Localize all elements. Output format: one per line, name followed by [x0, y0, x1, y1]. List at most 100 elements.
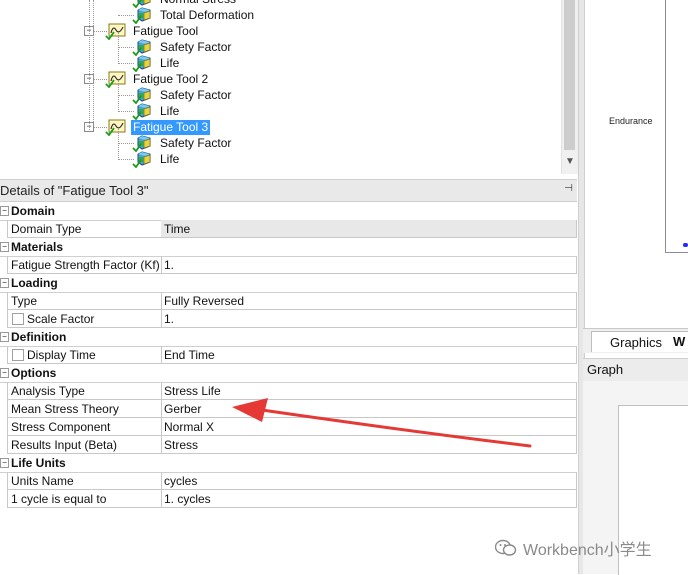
scroll-down-arrow-icon[interactable]: ▼: [565, 156, 575, 167]
property-name-cell: Scale Factor: [7, 310, 162, 328]
property-name: Type: [11, 294, 38, 308]
section-collapse-icon[interactable]: −: [0, 332, 9, 342]
result-cube-icon: [132, 7, 155, 24]
result-cube-icon: [132, 103, 155, 120]
result-cube-icon: [132, 151, 155, 168]
tree-item-fatigue-tool[interactable]: Fatigue Tool 2: [105, 71, 210, 88]
watermark: Workbench小学生: [495, 536, 652, 560]
graph-panel-title: Graph: [587, 362, 624, 377]
tree-item-label: Total Deformation: [160, 7, 255, 22]
property-name-cell: Fatigue Strength Factor (Kf): [7, 256, 162, 274]
property-row[interactable]: 1 cycle is equal to 1. cycles: [0, 490, 577, 508]
section-collapse-icon[interactable]: −: [0, 368, 9, 378]
property-value: 1.: [164, 312, 175, 326]
tree-item-fatigue-tool[interactable]: Fatigue Tool 3: [105, 119, 211, 136]
tree-item-result[interactable]: Normal Stress: [132, 0, 238, 8]
property-value: Stress Life: [164, 384, 221, 398]
watermark-text: Workbench小学生: [523, 542, 652, 559]
property-value-cell[interactable]: Stress Life: [161, 382, 577, 400]
property-row[interactable]: Mean Stress Theory Gerber: [0, 400, 577, 418]
property-value-cell[interactable]: Normal X: [161, 418, 577, 436]
section-header[interactable]: − Options: [0, 364, 577, 383]
tree-item-label: Life: [160, 103, 180, 118]
section-collapse-icon[interactable]: −: [0, 458, 9, 468]
property-name: Mean Stress Theory: [11, 402, 119, 416]
property-value-cell[interactable]: Time: [161, 220, 577, 238]
property-value-cell[interactable]: Fully Reversed: [161, 292, 577, 310]
tree-item-label: Safety Factor: [160, 135, 232, 150]
property-row[interactable]: Units Name cycles: [0, 472, 577, 490]
tree-item-fatigue-tool[interactable]: Fatigue Tool: [105, 23, 200, 40]
tab-worksheet[interactable]: W: [673, 331, 688, 352]
tree-item-result[interactable]: Life: [132, 55, 181, 72]
property-value-cell[interactable]: End Time: [161, 346, 577, 364]
section-header[interactable]: − Domain: [0, 202, 577, 221]
tree-item-label: Life: [160, 55, 180, 70]
property-value-cell[interactable]: cycles: [161, 472, 577, 490]
tree-guide-line: [118, 80, 119, 112]
details-panel-title: Details of "Fatigue Tool 3": [0, 183, 149, 198]
tree-item-result[interactable]: Safety Factor: [132, 135, 233, 152]
section-title: Life Units: [11, 456, 66, 470]
property-name: Scale Factor: [27, 312, 95, 326]
section-collapse-icon[interactable]: −: [0, 278, 9, 288]
section-header[interactable]: − Life Units: [0, 454, 577, 473]
property-value-cell[interactable]: 1.: [161, 256, 577, 274]
tree-item-label: Fatigue Tool 3: [131, 119, 211, 135]
tree-scrollbar[interactable]: ▼: [561, 0, 578, 174]
parameter-checkbox[interactable]: [12, 313, 24, 325]
property-name-cell: Units Name: [7, 472, 162, 490]
tree-connector: [118, 111, 134, 112]
section-collapse-icon[interactable]: −: [0, 242, 9, 252]
property-row[interactable]: Domain Type Time: [0, 220, 577, 238]
pin-icon[interactable]: ⊣: [564, 183, 573, 194]
property-row[interactable]: Scale Factor 1.: [0, 310, 577, 328]
property-value: Stress: [164, 438, 199, 452]
parameter-checkbox[interactable]: [12, 349, 24, 361]
section-title: Materials: [11, 240, 64, 254]
property-row[interactable]: Analysis Type Stress Life: [0, 382, 577, 400]
tree-scrollbar-thumb[interactable]: [564, 0, 575, 150]
section-header[interactable]: − Definition: [0, 328, 577, 347]
section-header[interactable]: − Loading: [0, 274, 577, 293]
property-name: Stress Component: [11, 420, 111, 434]
property-value: Normal X: [164, 420, 215, 434]
property-row[interactable]: Stress Component Normal X: [0, 418, 577, 436]
property-value: cycles: [164, 474, 198, 488]
tree-item-result[interactable]: Safety Factor: [132, 87, 233, 104]
tree-item-label: Fatigue Tool: [133, 23, 199, 38]
property-row[interactable]: Fatigue Strength Factor (Kf) 1.: [0, 256, 577, 274]
property-value-cell[interactable]: 1.: [161, 310, 577, 328]
property-name: Domain Type: [11, 222, 82, 236]
property-value-cell[interactable]: 1. cycles: [161, 490, 577, 508]
tree-item-label: Safety Factor: [160, 39, 232, 54]
property-name: Fatigue Strength Factor (Kf): [11, 258, 160, 272]
property-name: Display Time: [27, 348, 96, 362]
tree-item-result[interactable]: Life: [132, 151, 181, 168]
tree-item-label: Normal Stress: [158, 0, 238, 7]
tree-connector: [93, 79, 107, 80]
result-cube-icon: [132, 135, 155, 152]
result-cube-icon: [132, 87, 155, 104]
tree-item-result[interactable]: Safety Factor: [132, 39, 233, 56]
tree-connector: [118, 95, 134, 96]
property-name-cell: Display Time: [7, 346, 162, 364]
tree-connector: [93, 31, 107, 32]
section-title: Domain: [11, 204, 56, 218]
tree-item-result[interactable]: Life: [132, 103, 181, 120]
tree-connector: [118, 63, 134, 64]
property-row[interactable]: Display Time End Time: [0, 346, 577, 364]
tree-connector: [118, 47, 134, 48]
tree-item-result[interactable]: Total Deformation: [132, 7, 256, 24]
property-name-cell: Mean Stress Theory: [7, 400, 162, 418]
property-name: Units Name: [11, 474, 74, 488]
section-collapse-icon[interactable]: −: [0, 206, 9, 216]
property-value: End Time: [164, 348, 215, 362]
graphics-viewport[interactable]: Endurance: [585, 0, 688, 328]
property-name-cell: Type: [7, 292, 162, 310]
property-row[interactable]: Results Input (Beta) Stress: [0, 436, 577, 454]
property-value-cell[interactable]: Stress: [161, 436, 577, 454]
section-header[interactable]: − Materials: [0, 238, 577, 257]
property-value-cell[interactable]: Gerber: [161, 400, 577, 418]
property-row[interactable]: Type Fully Reversed: [0, 292, 577, 310]
